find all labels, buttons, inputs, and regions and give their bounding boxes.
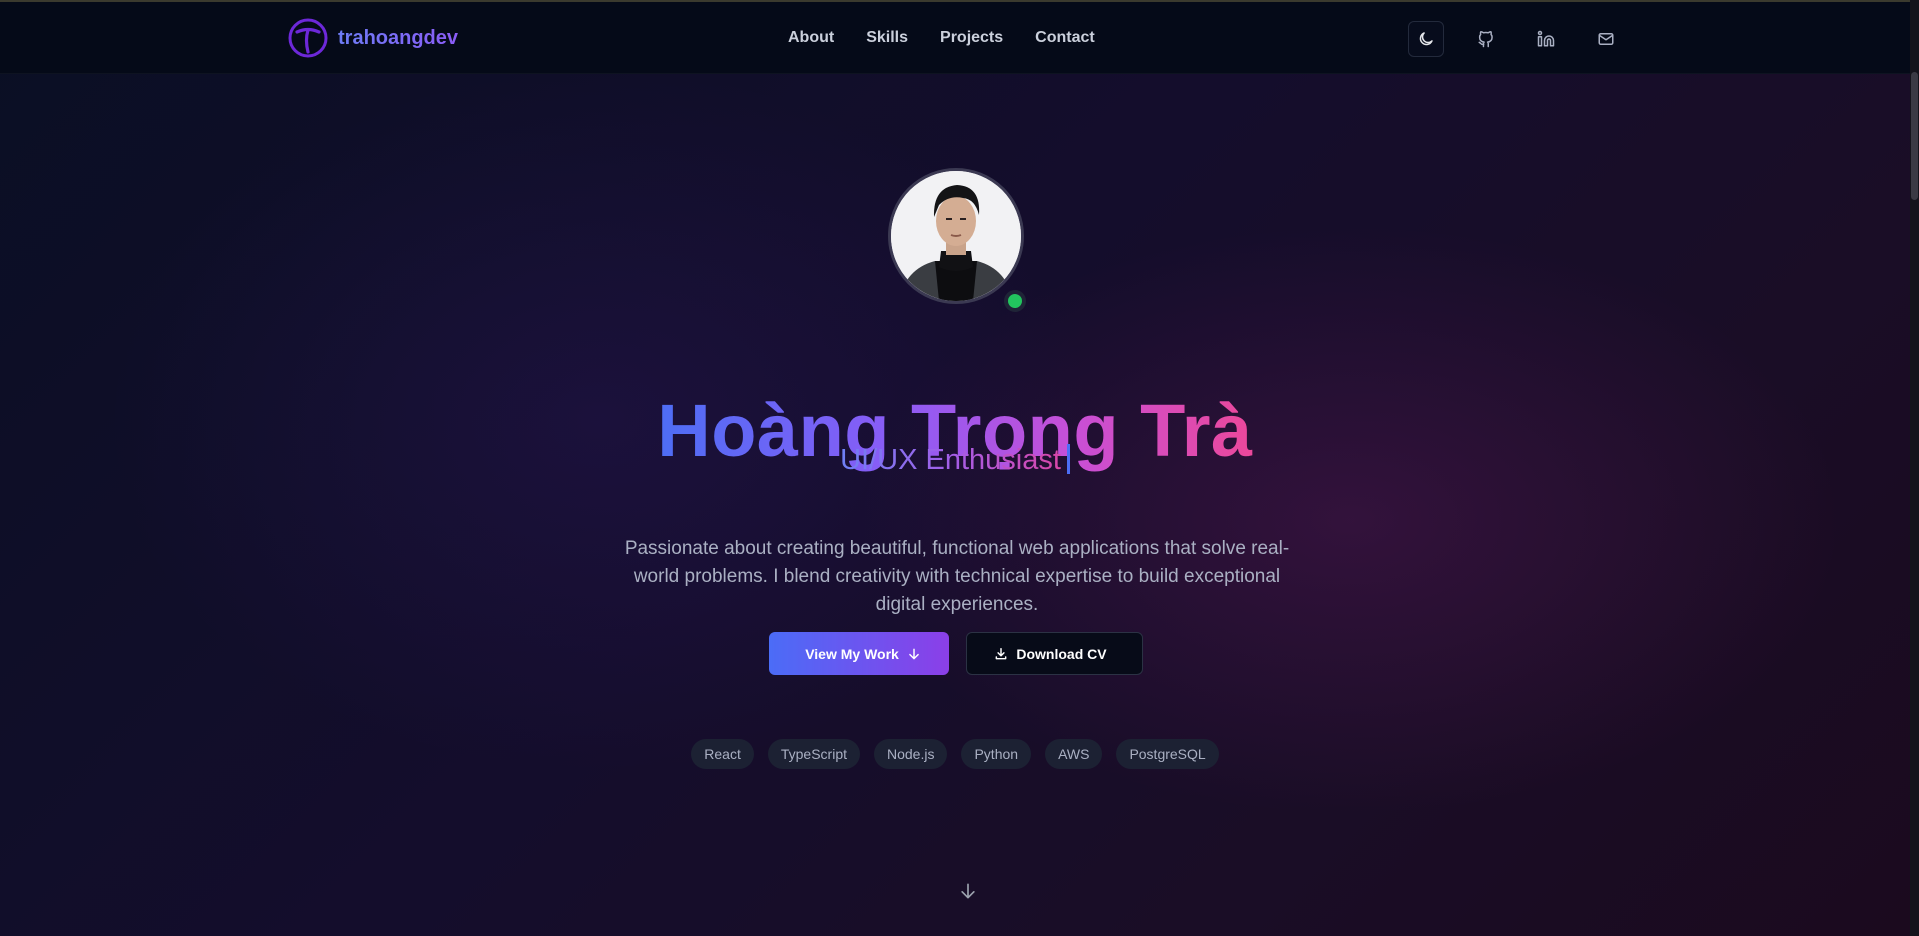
- brand-link[interactable]: trahoangdev: [288, 17, 458, 59]
- email-button[interactable]: [1588, 21, 1624, 57]
- scroll-down-icon[interactable]: [958, 881, 978, 901]
- tech-tag: Node.js: [874, 739, 948, 769]
- tech-tag: Python: [961, 739, 1032, 769]
- nav-link-about[interactable]: About: [788, 29, 834, 47]
- hero-role: UI/UX Enthusiast: [0, 440, 1910, 480]
- profile-avatar-wrapper: [888, 168, 1026, 312]
- scrollbar-thumb[interactable]: [1911, 72, 1918, 200]
- t-logo-icon: [288, 18, 328, 58]
- github-button[interactable]: [1468, 21, 1504, 57]
- nav-menu: About Skills Projects Contact: [788, 29, 1095, 47]
- brand-name: trahoangdev: [338, 26, 459, 49]
- tech-tags: React TypeScript Node.js Python AWS Post…: [0, 739, 1910, 769]
- theme-toggle-button[interactable]: [1408, 21, 1444, 57]
- github-icon: [1478, 31, 1493, 48]
- nav-link-skills[interactable]: Skills: [866, 29, 908, 47]
- download-cv-label: Download CV: [1016, 645, 1107, 662]
- profile-photo: [891, 171, 1021, 301]
- download-cv-button[interactable]: Download CV: [966, 632, 1143, 675]
- download-icon: [995, 647, 1007, 659]
- hero-role-text: UI/UX Enthusiast: [840, 444, 1061, 476]
- linkedin-icon: [1537, 30, 1555, 47]
- nav-link-projects[interactable]: Projects: [940, 29, 1003, 47]
- tech-tag: PostgreSQL: [1116, 739, 1219, 769]
- tech-tag: TypeScript: [767, 739, 860, 769]
- view-my-work-label: View My Work: [805, 645, 899, 662]
- mail-icon: [1598, 33, 1614, 45]
- online-status-indicator: [1004, 290, 1026, 312]
- navbar: trahoangdev About Skills Projects Contac…: [0, 2, 1910, 74]
- arrow-down-icon: [909, 648, 919, 659]
- avatar: [888, 168, 1024, 304]
- linkedin-button[interactable]: [1528, 21, 1564, 57]
- moon-icon: [1419, 32, 1433, 46]
- typing-cursor: [1066, 444, 1070, 474]
- nav-link-contact[interactable]: Contact: [1035, 29, 1095, 47]
- tech-tag: AWS: [1045, 739, 1103, 769]
- view-my-work-button[interactable]: View My Work: [769, 632, 949, 675]
- tech-tag: React: [691, 739, 754, 769]
- hero-description: Passionate about creating beautiful, fun…: [624, 538, 1290, 615]
